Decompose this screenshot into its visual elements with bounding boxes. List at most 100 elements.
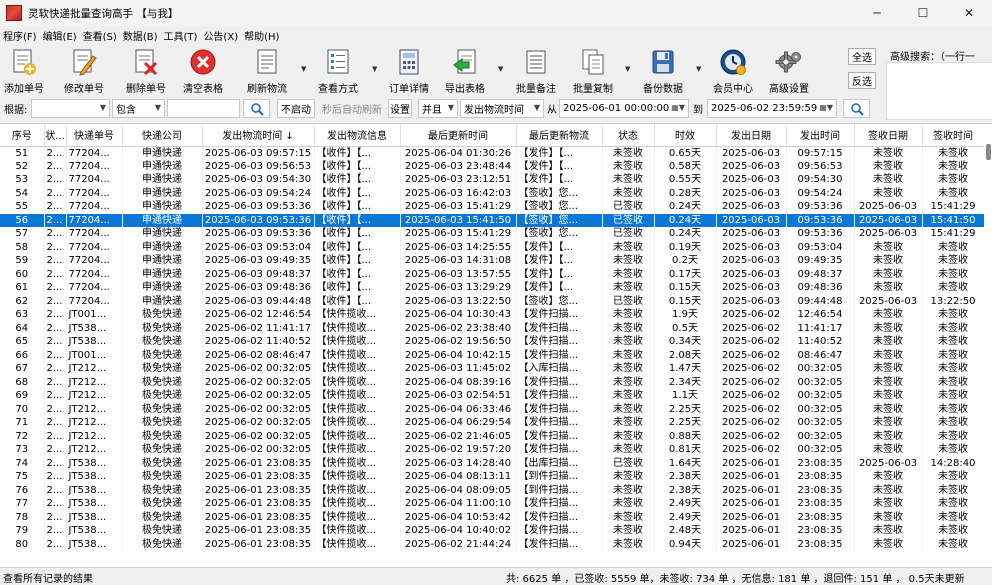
refresh-dropdown-arrow[interactable]: ▼ (301, 65, 306, 73)
column-header[interactable]: 快递单号 (66, 124, 123, 147)
table-cell: 1.9天 (654, 308, 717, 322)
chevron-down-icon: ▼ (99, 103, 106, 112)
table-row[interactable]: 73 2... JT212... 极免快递 2025-06-02 00:32:05 【快件… (0, 443, 985, 457)
time-field-select[interactable]: 发出物流时间 ▼ (460, 99, 544, 118)
column-header[interactable]: 最后更新物流 (516, 124, 603, 147)
column-header[interactable]: 状... (44, 124, 67, 147)
menu-data[interactable]: 数据(B) (123, 28, 158, 43)
table-row[interactable]: 56 2... 77204... 申通快递 2025-06-03 09:53:36 【收件… (0, 213, 985, 227)
table-row[interactable]: 51 2... 77204... 申通快递 2025-06-03 09:57:15 【收件… (0, 146, 985, 160)
table-cell: 2025-06-01 23:08:35 (202, 524, 315, 538)
table-row[interactable]: 52 2... 77204... 申通快递 2025-06-03 09:56:53 【收件… (0, 159, 985, 173)
clear-table-button[interactable]: 清空表格 (183, 47, 223, 95)
table-row[interactable]: 78 2... JT538... 极免快递 2025-06-01 23:08:35 【快件… (0, 510, 985, 524)
delete-number-button[interactable]: 删除单号 (126, 47, 166, 95)
contain-select[interactable]: 包含 ▼ (112, 99, 165, 118)
batch-note-button[interactable]: 批量备注 (516, 47, 556, 95)
table-row[interactable]: 77 2... JT538... 极免快递 2025-06-01 23:08:35 【快件… (0, 497, 985, 511)
view-mode-button[interactable]: 查看方式 (318, 47, 358, 95)
order-detail-button[interactable]: 订单详情 (389, 47, 429, 95)
member-center-button[interactable]: 会员中心 (713, 47, 753, 95)
results-table[interactable]: 序号 状... 快递单号 快递公司 发出物流时间 ↓ 发出物流信息 最后更新时间 最后更新物流… (0, 123, 992, 567)
scroll-thumb[interactable] (986, 144, 991, 160)
advanced-settings-button[interactable]: 高级设置 (769, 47, 809, 95)
table-cell: 0.24天 (654, 200, 717, 214)
menu-edit[interactable]: 编辑(E) (43, 28, 77, 43)
column-header[interactable]: 时效 (654, 124, 717, 147)
table-cell: 2025-06-03 09:53:04 (202, 240, 315, 254)
select-all-button[interactable]: 全选 (848, 48, 876, 65)
column-header[interactable]: 发出日期 (716, 124, 787, 147)
table-row[interactable]: 63 2... JT001... 极免快递 2025-06-02 12:46:54 【快件… (0, 308, 985, 322)
basis-select[interactable]: ▼ (31, 99, 110, 118)
menu-help[interactable]: 帮助(H) (244, 28, 279, 43)
menu-tools[interactable]: 工具(T) (164, 28, 198, 43)
export-table-button[interactable]: 导出表格 (445, 47, 485, 95)
table-row[interactable]: 74 2... JT538... 极免快递 2025-06-01 23:08:35 【快件… (0, 456, 985, 470)
table-cell: 【收件】【... (314, 146, 401, 160)
date-search-button[interactable] (843, 99, 870, 118)
copy-dropdown-arrow[interactable]: ▼ (625, 65, 630, 73)
table-row[interactable]: 75 2... JT538... 极免快递 2025-06-01 23:08:35 【快件… (0, 470, 985, 484)
minimize-button[interactable]: ─ (854, 0, 900, 26)
add-number-button[interactable]: 添加单号 (4, 47, 44, 95)
menu-program[interactable]: 程序(F) (3, 28, 37, 43)
column-header[interactable]: 签收日期 (854, 124, 923, 147)
table-row[interactable]: 76 2... JT538... 极免快递 2025-06-01 23:08:35 【快件… (0, 483, 985, 497)
table-cell: 2025-06-02 00:32:05 (202, 389, 315, 403)
menu-view[interactable]: 查看(S) (83, 28, 117, 43)
column-header[interactable]: 状态 (602, 124, 655, 147)
search-button[interactable] (243, 99, 270, 118)
date-to-picker[interactable]: 2025-06-02 23:59:59 ▦▼ (707, 99, 837, 118)
settings-button[interactable]: 设置 (388, 99, 412, 118)
logic-select[interactable]: 并且 ▼ (418, 99, 458, 118)
date-from-picker[interactable]: 2025-06-01 00:00:00 ▦▼ (559, 99, 689, 118)
table-row[interactable]: 58 2... 77204... 申通快递 2025-06-03 09:53:04 【收件… (0, 240, 985, 254)
table-row[interactable]: 71 2... JT212... 极免快递 2025-06-02 00:32:05 【快件… (0, 416, 985, 430)
backup-data-button[interactable]: 备份数据 (643, 47, 683, 95)
no-auto-start-button[interactable]: 不启动 (277, 99, 315, 118)
column-header[interactable]: 发出物流信息 (314, 124, 401, 147)
table-row[interactable]: 70 2... JT212... 极免快递 2025-06-02 00:32:05 【快件… (0, 402, 985, 416)
column-header[interactable]: 最后更新时间 (400, 124, 517, 147)
column-header[interactable]: 序号 (0, 124, 45, 147)
table-row[interactable]: 65 2... JT538... 极免快递 2025-06-02 11:40:52 【快件… (0, 335, 985, 349)
table-row[interactable]: 57 2... 77204... 申通快递 2025-06-03 09:53:36 【收件… (0, 227, 985, 241)
table-row[interactable]: 64 2... JT538... 极免快递 2025-06-02 11:41:17 【快件… (0, 321, 985, 335)
advanced-search-input[interactable] (886, 62, 992, 120)
table-row[interactable]: 55 2... 77204... 申通快递 2025-06-03 09:53:36 【收件… (0, 200, 985, 214)
table-cell: 00:32:05 (786, 389, 855, 403)
table-row[interactable]: 62 2... 77204... 申通快递 2025-06-03 09:44:48 【收件… (0, 294, 985, 308)
table-row[interactable]: 80 2... JT538... 极免快递 2025-06-01 23:08:35 【快件… (0, 537, 985, 551)
batch-copy-button[interactable]: 批量复制 (573, 47, 613, 95)
column-header[interactable]: 发出物流时间 ↓ (202, 124, 315, 147)
export-dropdown-arrow[interactable]: ▼ (498, 65, 503, 73)
maximize-button[interactable]: ☐ (900, 0, 946, 26)
table-row[interactable]: 61 2... 77204... 申通快递 2025-06-03 09:48:36 【收件… (0, 281, 985, 295)
table-row[interactable]: 69 2... JT212... 极免快递 2025-06-02 00:32:05 【快件… (0, 389, 985, 403)
column-header[interactable]: 发出时间 (786, 124, 855, 147)
column-header[interactable]: 签收时间 (922, 124, 985, 147)
table-row[interactable]: 59 2... 77204... 申通快递 2025-06-03 09:49:35 【收件… (0, 254, 985, 268)
table-row[interactable]: 79 2... JT538... 极免快递 2025-06-01 23:08:35 【快件… (0, 524, 985, 538)
vertical-scrollbar[interactable] (984, 124, 992, 567)
menu-announcement[interactable]: 公告(X) (203, 28, 238, 43)
table-row[interactable]: 60 2... 77204... 申通快递 2025-06-03 09:48:37 【收件… (0, 267, 985, 281)
table-row[interactable]: 72 2... JT212... 极免快递 2025-06-02 00:32:05 【快件… (0, 429, 985, 443)
backup-dropdown-arrow[interactable]: ▼ (696, 65, 701, 73)
edit-number-button[interactable]: 修改单号 (64, 47, 104, 95)
table-row[interactable]: 53 2... 77204... 申通快递 2025-06-03 09:54:30 【收件… (0, 173, 985, 187)
table-cell: JT538... (66, 497, 123, 511)
close-button[interactable]: ✕ (946, 0, 992, 26)
table-cell: 申通快递 (122, 173, 203, 187)
table-row[interactable]: 68 2... JT212... 极免快递 2025-06-02 00:32:05 【快件… (0, 375, 985, 389)
search-text-input[interactable] (167, 99, 240, 118)
table-row[interactable]: 66 2... JT001... 极免快递 2025-06-02 08:46:47 【快件… (0, 348, 985, 362)
refresh-logistics-button[interactable]: 刷新物流 (247, 47, 287, 95)
view-dropdown-arrow[interactable]: ▼ (372, 65, 377, 73)
table-cell: 2025-06-01 (716, 483, 787, 497)
table-row[interactable]: 54 2... 77204... 申通快递 2025-06-03 09:54:24 【收件… (0, 186, 985, 200)
table-row[interactable]: 67 2... JT212... 极免快递 2025-06-02 00:32:05 【快件… (0, 362, 985, 376)
invert-selection-button[interactable]: 反选 (848, 72, 876, 89)
column-header[interactable]: 快递公司 (122, 124, 203, 147)
